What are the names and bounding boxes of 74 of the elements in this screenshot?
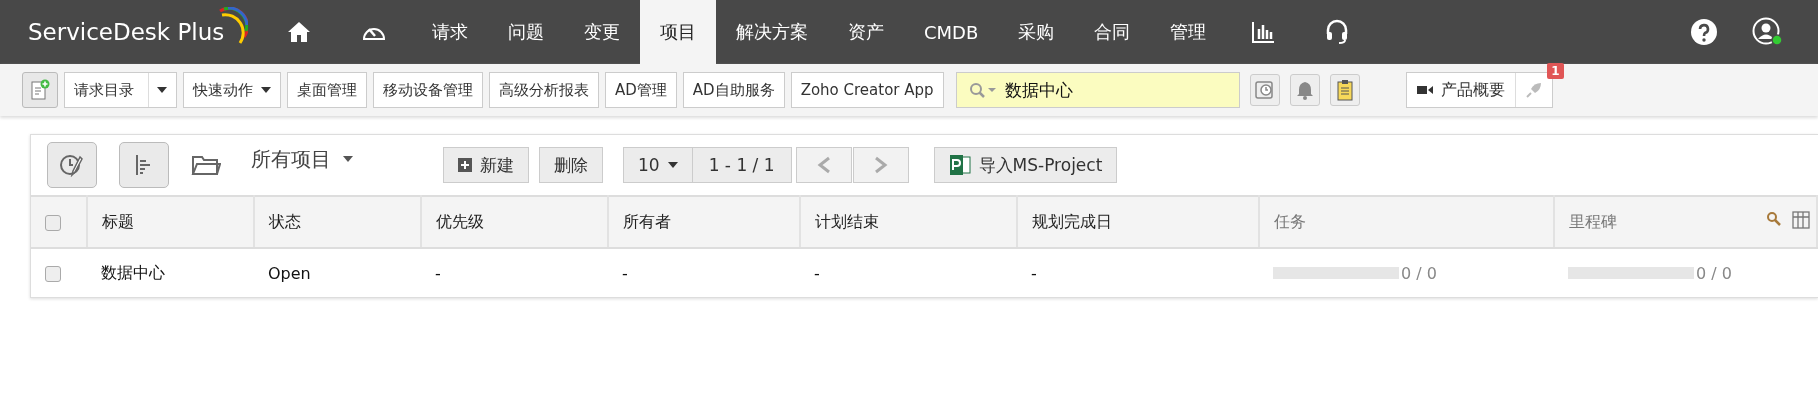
new-request-button[interactable]	[22, 72, 58, 108]
logo-text: ServiceDesk Plus	[28, 19, 225, 45]
toolbar-button[interactable]: 桌面管理	[287, 72, 367, 108]
table-cell: -	[814, 263, 820, 283]
user-avatar-icon[interactable]	[1752, 17, 1784, 47]
nav-tab[interactable]: 请求	[412, 0, 488, 64]
folder-icon[interactable]	[191, 153, 221, 177]
progress-count: 0 / 0	[1696, 263, 1732, 283]
column-chooser-icon[interactable]	[1792, 211, 1810, 229]
project-file-icon	[948, 154, 971, 176]
row-checkbox[interactable]	[45, 266, 61, 282]
table-cell: -	[1031, 263, 1037, 283]
toolbar-button[interactable]: 移动设备管理	[373, 72, 483, 108]
status-text: Open	[268, 263, 311, 283]
column-header[interactable]: 状态	[269, 211, 301, 231]
toolbar-button[interactable]: 高级分析报表	[489, 72, 599, 108]
caret-icon	[343, 156, 353, 162]
video-camera-icon	[1416, 85, 1433, 95]
delete-button[interactable]: 删除	[539, 147, 603, 183]
headset-icon	[1325, 19, 1350, 45]
help-icon[interactable]	[1690, 18, 1718, 46]
table-cell: -	[622, 263, 628, 283]
toolbar-button[interactable]: 请求目录	[64, 72, 177, 108]
search-value: 数据中心	[1004, 78, 1073, 102]
search-field[interactable]: 数据中心	[955, 72, 1240, 108]
clipboard-icon	[1336, 79, 1353, 101]
progress-count: 0 / 0	[1401, 263, 1437, 283]
clipboard-button[interactable]	[1329, 74, 1360, 106]
import-button[interactable]: 导入MS-Project	[933, 147, 1118, 183]
clock-icon	[1254, 80, 1275, 100]
toolbar-button[interactable]: Zoho Creator App	[790, 72, 944, 108]
select-all-checkbox[interactable]	[45, 215, 61, 231]
nav-tab[interactable]: 采购	[998, 0, 1075, 64]
column-header[interactable]: 标题	[102, 211, 134, 231]
column-header[interactable]: 计划结束	[815, 211, 879, 231]
nav-tab[interactable]: 合同	[1074, 0, 1151, 64]
notifications-button[interactable]	[1289, 74, 1320, 106]
nav-tab[interactable]: 解决方案	[716, 0, 828, 64]
nav-tab[interactable]: 问题	[488, 0, 564, 64]
column-header[interactable]: 任务	[1274, 211, 1306, 231]
plus-icon	[458, 158, 472, 172]
bar-chart-icon	[1251, 20, 1276, 44]
toolbar-button[interactable]: 快速动作	[183, 72, 281, 108]
toolbar-button[interactable]: AD管理	[605, 72, 677, 108]
column-header[interactable]: 里程碑	[1569, 211, 1617, 231]
new-button[interactable]: 新建	[443, 147, 529, 183]
search-icon	[968, 82, 997, 98]
view-selector[interactable]: 所有项目	[251, 145, 353, 173]
gantt-button[interactable]	[119, 142, 169, 188]
column-header[interactable]: 优先级	[436, 211, 484, 231]
timeline-button[interactable]	[47, 142, 97, 188]
chevron-left-icon	[816, 156, 831, 174]
nav-tab[interactable]: 管理	[1150, 0, 1227, 64]
caret-icon	[667, 162, 678, 168]
chevron-right-icon	[873, 156, 888, 174]
nav-tab[interactable]: 变更	[564, 0, 640, 64]
clock-pencil-icon	[60, 153, 84, 177]
notification-badge: 1	[1547, 63, 1564, 79]
nav-tab[interactable]: 项目	[640, 0, 716, 64]
search-icon[interactable]	[1766, 211, 1782, 227]
history-button[interactable]	[1249, 74, 1280, 106]
toolbar-button[interactable]: AD自助服务	[682, 72, 785, 108]
rocket-icon	[1524, 81, 1543, 99]
page-range: 1 - 1 / 1	[692, 147, 792, 183]
page-size-select[interactable]: 10	[623, 147, 693, 183]
column-header[interactable]: 规划完成日	[1032, 211, 1112, 231]
nav-tab[interactable]: CMDB	[904, 0, 999, 64]
project-title[interactable]: 数据中心	[101, 262, 165, 282]
home-icon	[287, 21, 311, 43]
column-header[interactable]: 所有者	[623, 211, 671, 231]
table-cell: -	[435, 263, 441, 283]
bell-icon	[1295, 80, 1314, 100]
nav-tab[interactable]: 资产	[828, 0, 904, 64]
add-document-icon	[30, 79, 50, 101]
